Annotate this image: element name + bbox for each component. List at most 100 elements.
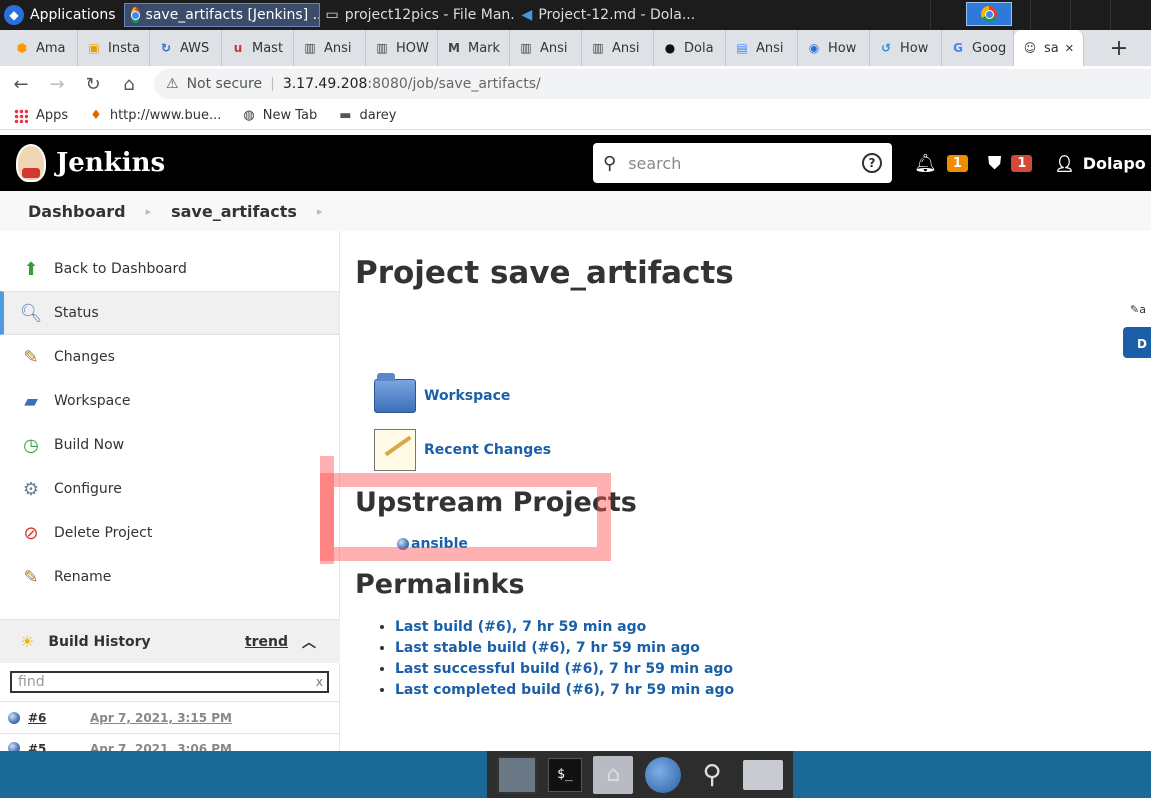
recent-changes-link[interactable]: Recent Changes bbox=[374, 429, 551, 471]
forward-icon[interactable]: → bbox=[46, 74, 68, 95]
show-desktop-icon[interactable] bbox=[496, 755, 537, 794]
search-box[interactable]: ⚲ search ? bbox=[593, 143, 892, 183]
permalink-last-successful[interactable]: Last successful build (#6), 7 hr 59 min … bbox=[395, 659, 734, 680]
tab-udemy[interactable]: u Mast bbox=[222, 30, 294, 66]
jenkins-logo[interactable]: Jenkins bbox=[16, 144, 165, 182]
app-finder-icon[interactable]: ⚲ bbox=[692, 756, 732, 794]
applications-menu[interactable]: ◆ Applications bbox=[0, 0, 124, 30]
upstream-project-link[interactable]: ansible bbox=[397, 536, 468, 552]
bell-icon[interactable]: 🔔︎ bbox=[914, 153, 937, 174]
workspace-link[interactable]: Workspace bbox=[374, 373, 510, 413]
jenkins-butler-icon bbox=[16, 144, 46, 182]
folder-icon[interactable] bbox=[743, 759, 784, 790]
reload-icon[interactable]: ↻ bbox=[82, 74, 104, 95]
edit-description-link[interactable]: ✎a bbox=[1130, 303, 1146, 316]
permalink-last-stable[interactable]: Last stable build (#6), 7 hr 59 min ago bbox=[395, 638, 734, 659]
tab-ansible-3[interactable]: ▥ Ansi bbox=[582, 30, 654, 66]
tab-how-2[interactable]: ◉ How bbox=[798, 30, 870, 66]
breadcrumb-dashboard[interactable]: Dashboard bbox=[28, 202, 126, 221]
tab-markdown[interactable]: M Mark bbox=[438, 30, 510, 66]
search-input[interactable]: search bbox=[628, 154, 681, 173]
bookmark-folder-darey[interactable]: ▬ darey bbox=[339, 108, 396, 123]
taskbar-window-vscode[interactable]: ◀ Project-12.md - Dola... bbox=[516, 3, 712, 27]
shield-icon[interactable]: ⛊ bbox=[988, 153, 1002, 174]
sidebar-item-label: Status bbox=[54, 305, 99, 321]
tab-google[interactable]: G Goog bbox=[942, 30, 1014, 66]
folder-icon: ▭ bbox=[325, 7, 339, 23]
refresh-logo-icon: ↺ bbox=[880, 41, 892, 55]
tab-insta[interactable]: ▣ Insta bbox=[78, 30, 150, 66]
divider: | bbox=[270, 76, 275, 92]
divider bbox=[1030, 0, 1031, 30]
permalink-last-build[interactable]: Last build (#6), 7 hr 59 min ago bbox=[395, 617, 734, 638]
sidebar-item-rename[interactable]: ✎ Rename bbox=[0, 555, 339, 599]
terminal-icon[interactable]: $_ bbox=[547, 757, 582, 792]
sidebar-item-configure[interactable]: ⚙ Configure bbox=[0, 467, 339, 511]
build-date[interactable]: Apr 7, 2021, 3:06 PM bbox=[90, 742, 232, 751]
user-menu[interactable]: 👤︎ Dolapo bbox=[1054, 154, 1145, 173]
build-row[interactable]: #6 Apr 7, 2021, 3:15 PM bbox=[0, 701, 340, 733]
warning-icon[interactable]: ⚠ bbox=[166, 76, 179, 92]
tab-label: HOW bbox=[396, 40, 429, 56]
tab-github[interactable]: ● Dola bbox=[654, 30, 726, 66]
taskbar-window-jenkins[interactable]: save_artifacts [Jenkins] ... bbox=[123, 3, 320, 27]
bookmark-apps[interactable]: Apps bbox=[14, 108, 68, 123]
address-bar[interactable]: ⚠ Not secure | 3.17.49.208:8080/job/save… bbox=[154, 69, 1151, 99]
search-icon: ⚲ bbox=[603, 152, 617, 174]
tab-ansible-1[interactable]: ▥ Ansi bbox=[294, 30, 366, 66]
security-badge[interactable]: 1 bbox=[1011, 154, 1033, 172]
sidebar-item-delete-project[interactable]: ⊘ Delete Project bbox=[0, 511, 339, 555]
apps-grid-icon bbox=[14, 108, 28, 123]
build-find-input[interactable]: find x bbox=[10, 671, 329, 693]
xfce-logo-icon: ◆ bbox=[4, 5, 24, 25]
build-date[interactable]: Apr 7, 2021, 3:15 PM bbox=[90, 711, 232, 725]
new-tab-button[interactable]: + bbox=[1099, 36, 1139, 61]
close-tab-icon[interactable]: ✕ bbox=[1065, 42, 1074, 55]
sidebar-item-status[interactable]: 🔍︎ Status bbox=[0, 291, 339, 335]
chevron-up-icon[interactable]: ︿ bbox=[302, 632, 316, 652]
no-icon: ⊘ bbox=[23, 522, 39, 544]
sidebar-item-build-now[interactable]: ◷ Build Now bbox=[0, 423, 339, 467]
sidebar-item-label: Delete Project bbox=[54, 525, 153, 541]
chevron-right-icon[interactable]: ▸ bbox=[317, 205, 323, 218]
tab-jenkins-active[interactable]: ☺ sa ✕ bbox=[1014, 30, 1084, 66]
bookmark-bue[interactable]: ♦ http://www.bue... bbox=[90, 108, 221, 123]
disable-project-button[interactable]: D bbox=[1123, 327, 1151, 358]
upstream-projects-heading: Upstream Projects bbox=[355, 487, 637, 518]
sidebar-item-changes[interactable]: ✎ Changes bbox=[0, 335, 339, 379]
find-placeholder: find bbox=[18, 674, 45, 690]
tab-label: Goog bbox=[972, 40, 1007, 56]
notifications-badge[interactable]: 1 bbox=[946, 154, 968, 172]
page-title: Project save_artifacts bbox=[355, 255, 734, 291]
tab-aws[interactable]: ↻ AWS bbox=[150, 30, 222, 66]
sidebar-item-workspace[interactable]: ▰ Workspace bbox=[0, 379, 339, 423]
permalink-last-completed[interactable]: Last completed build (#6), 7 hr 59 min a… bbox=[395, 680, 734, 701]
tab-how-1[interactable]: ▥ HOW bbox=[366, 30, 438, 66]
breadcrumb-save-artifacts[interactable]: save_artifacts bbox=[171, 202, 297, 221]
build-number[interactable]: #5 bbox=[28, 742, 78, 751]
help-icon[interactable]: ? bbox=[862, 153, 882, 173]
build-number[interactable]: #6 bbox=[28, 711, 78, 725]
tab-ansible-docs[interactable]: ▤ Ansi bbox=[726, 30, 798, 66]
tab-label: Dola bbox=[684, 40, 714, 56]
web-browser-icon[interactable] bbox=[644, 756, 681, 793]
os-taskbar: ◆ Applications save_artifacts [Jenkins] … bbox=[0, 0, 1151, 30]
github-icon: ● bbox=[664, 41, 676, 55]
chevron-right-icon[interactable]: ▸ bbox=[146, 205, 152, 218]
home-folder-icon[interactable]: ⌂ bbox=[593, 755, 634, 794]
bookmark-new-tab[interactable]: ◍ New Tab bbox=[243, 108, 317, 123]
tab-how-3[interactable]: ↺ How bbox=[870, 30, 942, 66]
tab-amazon[interactable]: ⬢ Ama bbox=[6, 30, 78, 66]
tab-ansible-2[interactable]: ▥ Ansi bbox=[510, 30, 582, 66]
taskbar-window-filemanager[interactable]: ▭ project12pics - File Man... bbox=[320, 3, 516, 27]
sidebar: ⬆ Back to Dashboard 🔍︎ Status ✎ Changes ▰ Wo… bbox=[0, 231, 340, 751]
workspace-switcher[interactable] bbox=[966, 2, 1012, 26]
sidebar-item-back-to-dashboard[interactable]: ⬆ Back to Dashboard bbox=[0, 247, 339, 291]
tab-label: Ansi bbox=[540, 40, 568, 56]
back-icon[interactable]: ← bbox=[10, 74, 32, 95]
clear-icon[interactable]: x bbox=[316, 673, 323, 691]
home-icon[interactable]: ⌂ bbox=[118, 74, 140, 95]
globe-icon: ◍ bbox=[243, 108, 255, 123]
build-row[interactable]: #5 Apr 7, 2021, 3:06 PM bbox=[0, 733, 340, 751]
trend-link[interactable]: trend bbox=[245, 634, 288, 650]
